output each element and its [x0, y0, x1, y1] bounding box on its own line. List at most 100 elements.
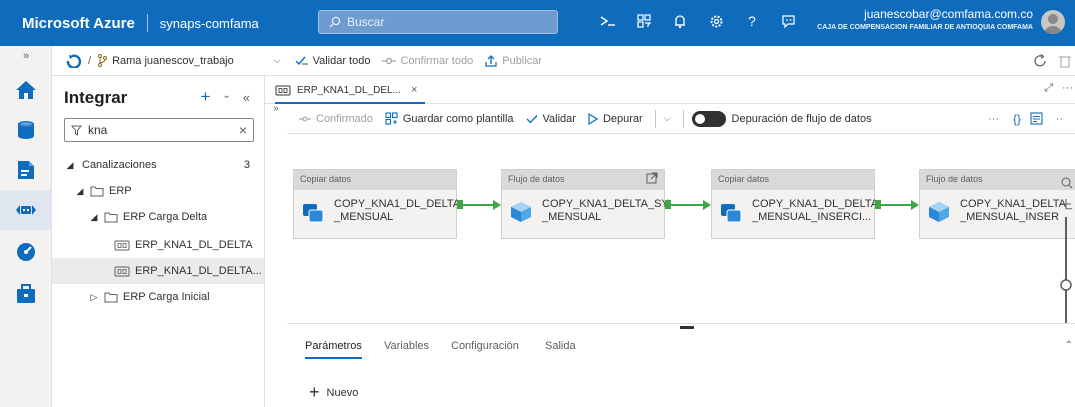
- dataflow-debug-toggle[interactable]: [691, 110, 726, 127]
- template-icon: [385, 112, 398, 125]
- caret-down-icon: ◢: [90, 211, 98, 222]
- zoom-slider-thumb[interactable]: [1060, 279, 1072, 291]
- divider: [146, 14, 148, 32]
- cloud-shell-icon[interactable]: [600, 12, 616, 30]
- branch-icon: [97, 54, 108, 67]
- pipeline-icon: [114, 240, 130, 250]
- debug-button[interactable]: Depurar: [588, 112, 643, 125]
- validate-all-button[interactable]: Validar todo: [295, 55, 370, 67]
- clear-filter-icon[interactable]: ×: [239, 122, 247, 138]
- data-hub-icon[interactable]: [14, 118, 38, 142]
- more-tabs-icon[interactable]: ···: [1062, 82, 1073, 94]
- refresh-icon[interactable]: [1033, 53, 1047, 68]
- top-icons: ?: [600, 12, 796, 30]
- tab-parameters[interactable]: Parámetros: [305, 340, 362, 359]
- account-info[interactable]: juanescobar@comfama.com.co CAJA DE COMPE…: [817, 8, 1033, 34]
- search-input[interactable]: Buscar: [318, 10, 558, 34]
- success-connector[interactable]: [463, 204, 493, 206]
- properties-icon[interactable]: [1030, 112, 1043, 125]
- notifications-icon[interactable]: [672, 12, 688, 30]
- help-icon[interactable]: ?: [744, 12, 760, 30]
- collapse-panel-icon[interactable]: «: [243, 90, 250, 105]
- tab-variables[interactable]: Variables: [384, 340, 429, 357]
- tab-pipeline[interactable]: ERP_KNA1_DL_DEL... ×: [275, 78, 426, 104]
- pipeline-canvas[interactable]: Copiar datos COPY_KNA1_DL_DELTA _MENSUAL…: [287, 135, 1075, 323]
- brand-name[interactable]: Microsoft Azure: [0, 15, 135, 32]
- expand-rail-icon[interactable]: »: [18, 48, 34, 64]
- resize-handle[interactable]: [680, 326, 694, 329]
- activity-dataflow-2[interactable]: Flujo de datos COPY_KNA1_DELTA_ _MENSUAL…: [919, 169, 1075, 239]
- commit-icon: [299, 115, 311, 122]
- activity-type: Flujo de datos: [920, 170, 1075, 190]
- folder-icon: [104, 292, 118, 302]
- divider: [654, 109, 656, 128]
- arrow-icon: [703, 200, 711, 210]
- debug-label: Depurar: [602, 112, 643, 125]
- branch-selector[interactable]: Rama juanescov_trabajo: [112, 55, 234, 67]
- save-as-template-button[interactable]: Guardar como plantilla: [385, 112, 514, 125]
- chevron-down-icon[interactable]: ⌵: [274, 55, 281, 66]
- tree-item-pipeline-1[interactable]: ERP_KNA1_DL_DELTA: [52, 232, 264, 258]
- expand-icon[interactable]: ⤢: [1044, 82, 1053, 95]
- account-email: juanescobar@comfama.com.co: [864, 7, 1033, 21]
- code-icon[interactable]: {}: [1013, 112, 1021, 126]
- new-label: Nuevo: [326, 386, 359, 399]
- tab-output[interactable]: Salida: [545, 340, 576, 357]
- pipeline-icon: [114, 266, 130, 276]
- monitor-icon[interactable]: [14, 240, 38, 264]
- save-as-template-label: Guardar como plantilla: [402, 112, 514, 125]
- activity-copy-data-2[interactable]: Copiar datos COPY_KNA1_DL_DELTA _MENSUAL…: [711, 169, 878, 239]
- tree-item-label: ERP Carga Inicial: [123, 291, 210, 303]
- tree-item-erp-folder[interactable]: ◢ ERP: [52, 178, 264, 204]
- workspace-name[interactable]: synaps-comfama: [160, 16, 259, 31]
- discard-icon[interactable]: [1059, 54, 1071, 68]
- tab-configuration[interactable]: Configuración: [451, 340, 519, 357]
- caret-right-icon: ▷: [90, 291, 98, 302]
- directory-filter-icon[interactable]: [636, 12, 652, 30]
- pipeline-toolbar: Confirmado Guardar como plantilla Valida…: [287, 104, 1075, 134]
- zoom-fit-icon[interactable]: [1061, 177, 1073, 189]
- integrate-icon[interactable]: [14, 198, 38, 222]
- commit-all-button[interactable]: Confirmar todo: [382, 55, 473, 67]
- git-icon[interactable]: [66, 53, 82, 68]
- tree-item-label: ERP Carga Delta: [123, 211, 208, 223]
- tree-item-pipeline-2[interactable]: ERP_KNA1_DL_DELTA...: [52, 258, 264, 284]
- plus-icon: +: [309, 382, 320, 402]
- manage-icon[interactable]: [14, 282, 38, 306]
- settings-gear-icon[interactable]: [708, 12, 724, 30]
- tree-item-label: ERP_KNA1_DL_DELTA...: [135, 265, 262, 277]
- expand-explorer-icon[interactable]: »: [265, 103, 287, 133]
- collapse-all-icon[interactable]: ⌄: [222, 90, 230, 105]
- filter-input[interactable]: kna ×: [64, 118, 254, 142]
- success-connector[interactable]: [881, 204, 911, 206]
- activity-type: Copiar datos: [294, 170, 456, 190]
- close-tab-icon[interactable]: ×: [411, 84, 417, 96]
- zoom-controls: [1059, 175, 1073, 323]
- collapse-panel-icon[interactable]: ⌃: [1065, 340, 1073, 351]
- avatar[interactable]: [1041, 10, 1065, 34]
- publish-button[interactable]: Publicar: [485, 55, 542, 67]
- overflow-icon[interactable]: ··: [1056, 113, 1063, 125]
- tree-item-erp-carga-delta[interactable]: ◢ ERP Carga Delta: [52, 204, 264, 230]
- open-external-icon[interactable]: [646, 172, 658, 187]
- tree-item-erp-carga-inicial[interactable]: ▷ ERP Carga Inicial: [52, 284, 264, 310]
- dataflow-debug-label: Depuración de flujo de datos: [731, 112, 872, 125]
- develop-icon[interactable]: [14, 158, 38, 182]
- activity-type: Copiar datos: [712, 170, 874, 190]
- validate-button[interactable]: Validar: [526, 113, 576, 125]
- more-actions-icon[interactable]: ···: [988, 113, 999, 125]
- add-resource-icon[interactable]: +: [200, 88, 210, 105]
- editor-tabs: ERP_KNA1_DL_DEL... × ⤢ ···: [265, 76, 1075, 104]
- zoom-in-icon[interactable]: [1061, 199, 1071, 209]
- commit-icon: [382, 57, 397, 64]
- explorer-actions: + ⌄ «: [200, 88, 250, 105]
- activity-dataflow-1[interactable]: Flujo de datos COPY_KNA1_DELTA_SY _MENSU…: [501, 169, 669, 239]
- success-connector[interactable]: [671, 204, 703, 206]
- chevron-down-icon[interactable]: ⌵: [664, 113, 671, 124]
- tree-item-pipelines[interactable]: ◢ Canalizaciones 3: [52, 152, 264, 178]
- activity-copy-data-1[interactable]: Copiar datos COPY_KNA1_DL_DELTA _MENSUAL: [293, 169, 460, 239]
- feedback-icon[interactable]: [780, 12, 796, 30]
- new-parameter-button[interactable]: + Nuevo: [309, 382, 358, 403]
- home-icon[interactable]: [14, 78, 38, 102]
- copy-data-icon: [303, 204, 324, 223]
